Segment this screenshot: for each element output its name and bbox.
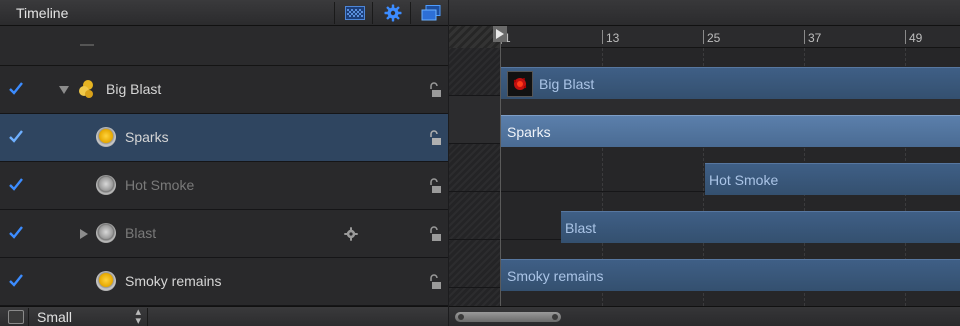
unlocked-lock-icon[interactable]: [428, 178, 442, 194]
disclosure-triangle-open-icon[interactable]: [58, 84, 70, 96]
timeline-pane: 1 13 25 37 49 Big Blast Sparks Hot Smoke: [449, 0, 960, 326]
unlocked-lock-icon[interactable]: [428, 130, 442, 146]
track-bar-label: Smoky remains: [507, 268, 604, 284]
layer-row-blast[interactable]: Blast: [0, 210, 448, 258]
layer-row-sparks[interactable]: Sparks: [0, 114, 448, 162]
timeline-header: Timeline: [0, 0, 448, 26]
unlocked-lock-icon[interactable]: [428, 82, 442, 98]
explosion-thumbnail-icon: [513, 78, 527, 90]
layer-label: Blast: [125, 225, 157, 241]
checkbox-icon[interactable]: [8, 273, 24, 289]
group-icon: [79, 80, 93, 98]
timeline-footer: [449, 306, 960, 326]
layer-thumbnail: [507, 71, 533, 97]
emitter-layer-icon: [96, 223, 116, 243]
ruler-label: 13: [606, 31, 620, 45]
horizontal-scrollbar[interactable]: [455, 312, 561, 322]
track-bar-hot-smoke[interactable]: Hot Smoke: [705, 163, 960, 195]
track-bar-label: Big Blast: [539, 76, 595, 92]
thumbnail-icon[interactable]: [8, 310, 24, 324]
emitter-layer-icon: [96, 175, 116, 195]
settings-button[interactable]: [372, 2, 412, 24]
layers-pane: Timeline Big Blast Sparks Hot Smoke Blas…: [0, 0, 448, 326]
layer-row-hot-smoke[interactable]: Hot Smoke: [0, 162, 448, 210]
thumbnail-size-value: Small: [37, 309, 73, 325]
ruler-label: 49: [909, 31, 923, 45]
timeline-toolbar: [449, 0, 960, 26]
collapsed-indicator: [80, 44, 94, 46]
ruler-tick: [703, 30, 704, 44]
disclosure-triangle-closed-icon[interactable]: [78, 228, 90, 240]
playhead-line: [500, 42, 501, 306]
track-bar-label: Sparks: [507, 124, 551, 140]
chevron-updown-icon: ▴ ▾: [135, 306, 141, 326]
layer-row-smoky-remains[interactable]: Smoky remains: [0, 258, 448, 306]
gear-icon[interactable]: [344, 227, 358, 241]
track-bar-label: Blast: [565, 220, 597, 236]
panel-title: Timeline: [16, 5, 69, 21]
checkbox-icon[interactable]: [8, 225, 24, 241]
layers-footer: Small ▴ ▾: [0, 306, 448, 326]
layer-label: Big Blast: [106, 81, 162, 97]
layer-label: Smoky remains: [125, 273, 222, 289]
ruler-label: 25: [707, 31, 721, 45]
ruler-label: 37: [808, 31, 822, 45]
checkbox-icon[interactable]: [8, 129, 24, 145]
track-bar-blast[interactable]: Blast: [561, 211, 960, 243]
checkerboard-button[interactable]: [334, 2, 374, 24]
unlocked-lock-icon[interactable]: [428, 226, 442, 242]
ruler-tick: [905, 30, 906, 44]
layers-subheader: [0, 26, 448, 66]
thumbnail-size-select[interactable]: Small ▴ ▾: [28, 306, 148, 326]
playhead-icon[interactable]: [493, 26, 507, 42]
ruler-tick: [602, 30, 603, 44]
layer-label: Sparks: [125, 129, 169, 145]
windows-icon: [421, 5, 440, 21]
checkbox-icon[interactable]: [8, 81, 24, 97]
track-bar-sparks[interactable]: Sparks: [501, 115, 960, 147]
layer-row-big-blast[interactable]: Big Blast: [0, 66, 448, 114]
checkerboard-icon: [344, 6, 365, 20]
time-ruler[interactable]: 1 13 25 37 49: [449, 26, 960, 48]
ruler-tick: [804, 30, 805, 44]
track-bar-big-blast[interactable]: Big Blast: [501, 67, 960, 99]
track-bar-smoky-remains[interactable]: Smoky remains: [501, 259, 960, 291]
windows-button[interactable]: [410, 2, 450, 24]
gear-icon: [384, 4, 401, 22]
track-bar-label: Hot Smoke: [709, 172, 779, 188]
emitter-layer-icon: [96, 271, 116, 291]
emitter-layer-icon: [96, 127, 116, 147]
layer-label: Hot Smoke: [125, 177, 195, 193]
unlocked-lock-icon[interactable]: [428, 274, 442, 290]
checkbox-icon[interactable]: [8, 177, 24, 193]
